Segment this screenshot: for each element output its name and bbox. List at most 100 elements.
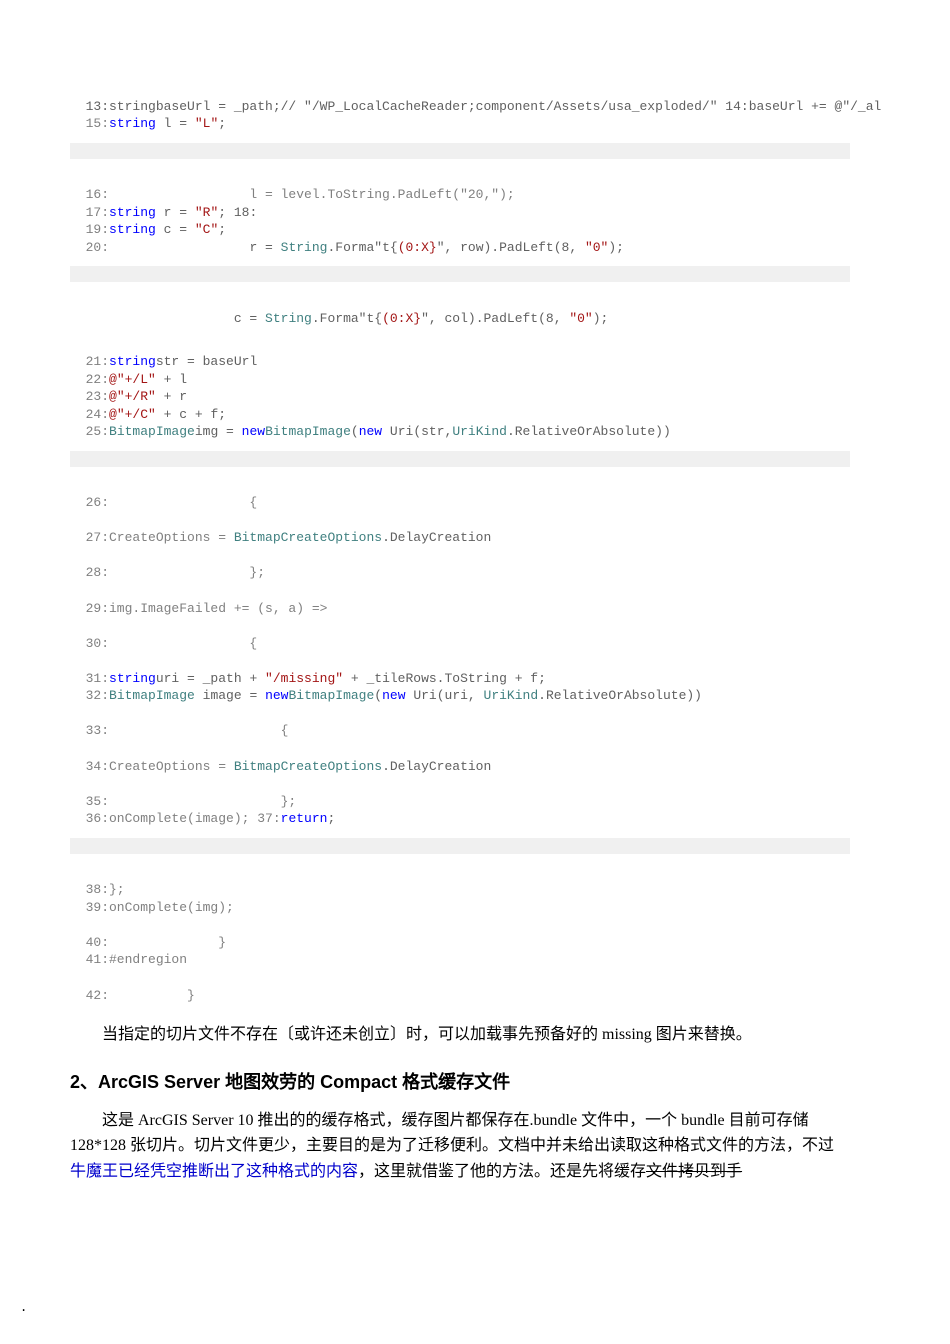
code-ln: 28: }; xyxy=(70,565,265,580)
grey-bar xyxy=(70,266,850,282)
code-ln: 36:onComplete(image); 37: xyxy=(70,811,281,826)
code-ln: 16: l = level.ToString.PadLeft("20,"); xyxy=(70,187,515,202)
code-tp: BitmapImage xyxy=(288,688,374,703)
code-txt: ; xyxy=(218,116,226,131)
code-txt: + _tileRows.ToString + f; xyxy=(343,671,546,686)
code-ln: 22: xyxy=(70,372,109,387)
code-txt: ; 18: xyxy=(218,205,257,220)
code-txt: ", col).PadLeft(8, xyxy=(421,311,569,326)
code-str: "L" xyxy=(195,116,218,131)
code-kw: new xyxy=(265,688,288,703)
code-ln: 42: } xyxy=(70,988,195,1003)
code-str: "0" xyxy=(569,311,592,326)
code-txt: c = xyxy=(156,222,195,237)
code-ln: 31: xyxy=(70,671,109,686)
code-txt: ); xyxy=(608,240,624,255)
code-kw: new xyxy=(242,424,265,439)
code-str: "R" xyxy=(195,205,218,220)
code-ln: 34:CreateOptions = xyxy=(70,759,234,774)
code-ln: 23: xyxy=(70,389,109,404)
code-ln: 33: { xyxy=(70,723,288,738)
code-str: (0:X} xyxy=(398,240,437,255)
code-txt: + r xyxy=(156,389,187,404)
code-txt: image = xyxy=(195,688,265,703)
code-txt: str = baseUrl xyxy=(156,354,257,369)
code-str: +/L" xyxy=(125,372,156,387)
code-txt: r = xyxy=(109,240,281,255)
grey-bar xyxy=(70,143,850,159)
code-kw: string xyxy=(109,222,156,237)
code-str: "/missing" xyxy=(265,671,343,686)
code-ln: 17: xyxy=(70,205,109,220)
code-kw: new xyxy=(359,424,382,439)
code-txt: Uri(str, xyxy=(382,424,452,439)
code-txt: ); xyxy=(593,311,609,326)
code-txt: ", row).PadLeft(8, xyxy=(437,240,585,255)
code-tp: BitmapImage xyxy=(109,688,195,703)
code-block: 38:}; 39:onComplete(img); 40: } 41:#endr… xyxy=(70,864,880,1004)
code-ln: 15: xyxy=(70,116,109,131)
code-ln: 25: xyxy=(70,424,109,439)
code-kw: string xyxy=(109,354,156,369)
code-ln: 27:CreateOptions = xyxy=(70,530,234,545)
code-ln: 38:}; xyxy=(70,882,125,897)
code-txt: ( xyxy=(351,424,359,439)
section-heading: 2、ArcGIS Server 地图效劳的 Compact 格式缓存文件 xyxy=(70,1068,880,1094)
code-ln: 19: xyxy=(70,222,109,237)
code-at: @" xyxy=(109,407,125,422)
code-tp: BitmapCreateOptions xyxy=(234,530,382,545)
code-txt: ; xyxy=(327,811,335,826)
code-ln: 40: } xyxy=(70,935,226,950)
code-ln: 30: { xyxy=(70,636,257,651)
struck-text: 文件拷贝到手 xyxy=(646,1163,742,1180)
code-txt: Uri(uri, xyxy=(406,688,484,703)
para-text: 当指定的切片文件不存在〔或许还未创立〕时，可以加载事先预备好的 missing … xyxy=(70,1022,752,1048)
code-tp: String xyxy=(265,311,312,326)
code-txt: ( xyxy=(374,688,382,703)
code-txt: .DelayCreation xyxy=(382,759,491,774)
inline-link[interactable]: 牛魔王已经凭空推断出了这种格式的内容 xyxy=(70,1163,358,1180)
code-ln: 41:#endregion xyxy=(70,952,187,967)
code-kw: string xyxy=(109,671,156,686)
code-txt: .Forma"t{ xyxy=(312,311,382,326)
paragraph: 当指定的切片文件不存在〔或许还未创立〕时，可以加载事先预备好的 missing … xyxy=(70,1022,850,1048)
para-text: ，这里就借鉴了他的方法。还是先将缓存 xyxy=(358,1163,646,1180)
code-str: +/R" xyxy=(125,389,156,404)
code-tp: UriKind xyxy=(452,424,507,439)
code-tp: BitmapImage xyxy=(265,424,351,439)
code-txt: c = xyxy=(70,311,265,326)
code-tp: UriKind xyxy=(484,688,539,703)
code-block: 21:stringstr = baseUrl 22:@"+/L" + l 23:… xyxy=(70,335,880,440)
code-str: "0" xyxy=(585,240,608,255)
code-ln: 21: xyxy=(70,354,109,369)
code-txt: .RelativeOrAbsolute)) xyxy=(538,688,702,703)
code-txt: l = xyxy=(156,116,195,131)
code-ln: 26: { xyxy=(70,495,257,510)
code-txt: uri = _path + xyxy=(156,671,265,686)
code-tp: String xyxy=(281,240,328,255)
code-txt: .DelayCreation xyxy=(382,530,491,545)
code-block: 26: { 27:CreateOptions = BitmapCreateOpt… xyxy=(70,477,880,828)
code-at: @" xyxy=(109,372,125,387)
code-txt: r = xyxy=(156,205,195,220)
code-ln: 20: xyxy=(70,240,109,255)
code-kw: string xyxy=(109,205,156,220)
page-footer-dot: . xyxy=(20,1300,27,1314)
code-block: c = String.Forma"t{(0:X}", col).PadLeft(… xyxy=(70,292,880,327)
code-ln: 29:img.ImageFailed += (s, a) => xyxy=(70,601,327,616)
code-txt: img = xyxy=(195,424,242,439)
code-ln: 35: }; xyxy=(70,794,296,809)
paragraph: 这是 ArcGIS Server 10 推出的的缓存格式，缓存图片都保存在.bu… xyxy=(70,1108,850,1185)
code-tp: BitmapCreateOptions xyxy=(234,759,382,774)
code-kw: new xyxy=(382,688,405,703)
code-kw: return xyxy=(281,811,328,826)
code-txt: + c + f; xyxy=(156,407,226,422)
code-txt: ; xyxy=(218,222,226,237)
code-block: 16: l = level.ToString.PadLeft("20,"); 1… xyxy=(70,169,880,257)
code-tp: BitmapImage xyxy=(109,424,195,439)
code-str: (0:X} xyxy=(382,311,421,326)
code-txt: .RelativeOrAbsolute)) xyxy=(507,424,671,439)
code-at: @" xyxy=(109,389,125,404)
para-text: 这是 ArcGIS Server 10 推出的的缓存格式，缓存图片都保存在.bu… xyxy=(70,1112,834,1155)
code-ln: 24: xyxy=(70,407,109,422)
